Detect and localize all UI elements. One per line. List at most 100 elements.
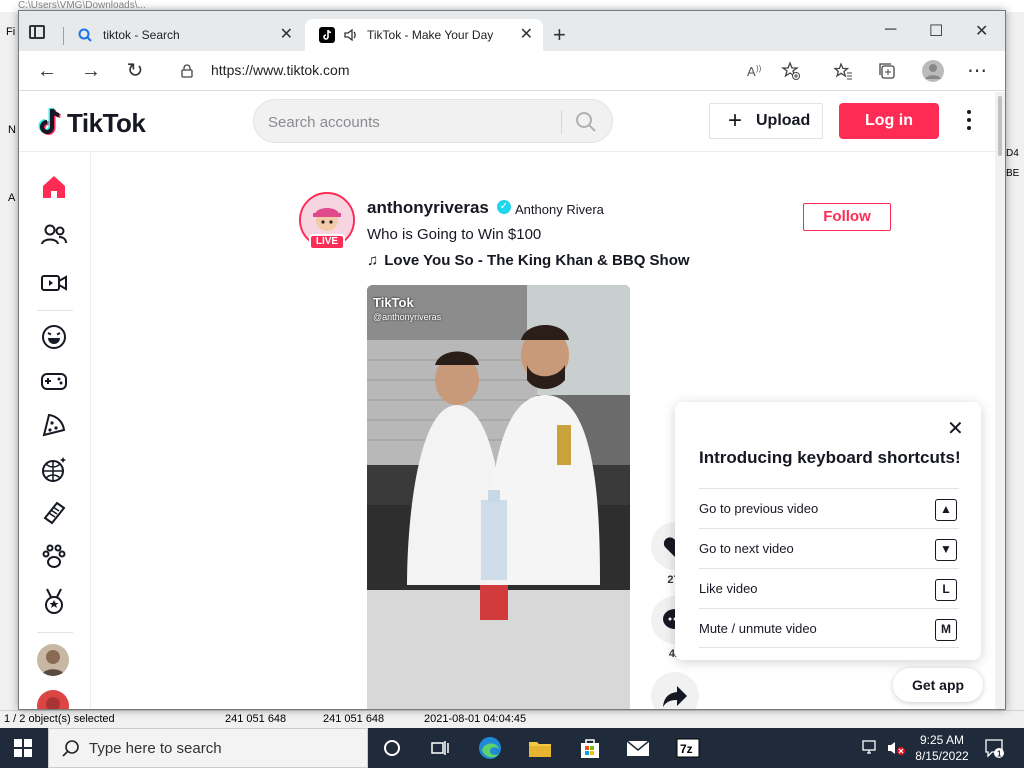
background-menu-fragment: Fi	[6, 26, 16, 38]
close-tab-icon[interactable]: ✕	[280, 19, 293, 51]
tab-title: TikTok - Make Your Day	[367, 28, 494, 42]
taskbar-search-box[interactable]: Type here to search	[48, 728, 368, 768]
animals-icon[interactable]	[39, 542, 69, 572]
video-player[interactable]: TikTok @anthonyriveras	[367, 285, 630, 709]
gaming-icon[interactable]	[39, 366, 69, 396]
plus-icon: +	[728, 107, 743, 134]
tab-separator	[63, 27, 64, 45]
search-icon	[78, 28, 92, 42]
status-modified: 2021-08-01 04:04:45	[424, 713, 527, 725]
close-window-button[interactable]: ✕	[975, 21, 988, 41]
mail-icon[interactable]	[624, 734, 652, 762]
home-icon[interactable]	[39, 172, 69, 202]
more-options-icon[interactable]	[957, 108, 981, 136]
read-aloud-icon[interactable]: A))	[745, 61, 765, 81]
background-column-fragment: BE	[1006, 168, 1020, 179]
7zip-taskbar-icon[interactable]: 7z	[674, 734, 702, 762]
shortcut-label: Go to previous video	[699, 501, 819, 516]
suggested-account-avatar[interactable]	[37, 690, 69, 709]
background-column-fragment: D4	[1006, 148, 1019, 159]
search-divider	[561, 110, 562, 134]
nav-divider	[37, 310, 73, 311]
shortcut-row: Like video L	[699, 568, 959, 608]
verified-badge-icon: ✓	[497, 200, 511, 214]
live-icon[interactable]	[39, 268, 69, 298]
file-explorer-icon[interactable]	[526, 734, 554, 762]
close-popup-icon[interactable]: ✕	[947, 416, 964, 441]
page-scrollbar[interactable]	[995, 92, 1005, 709]
settings-more-icon[interactable]: ⋯	[965, 59, 989, 83]
account-photo	[37, 690, 69, 709]
url-text[interactable]: https://www.tiktok.com	[211, 62, 349, 78]
tab-tiktok[interactable]: TikTok - Make Your Day ✕	[305, 19, 543, 51]
microsoft-store-icon[interactable]	[576, 734, 604, 762]
address-bar-row: ← → ↻ https://www.tiktok.com A)) ⋯	[19, 51, 1005, 91]
profile-avatar-icon[interactable]	[921, 59, 945, 83]
favorites-icon[interactable]	[833, 61, 853, 81]
notification-center-icon[interactable]: 1	[984, 738, 1004, 758]
network-icon[interactable]	[862, 740, 880, 756]
edge-icon[interactable]	[476, 734, 504, 762]
url-box[interactable]: https://www.tiktok.com	[165, 57, 885, 85]
search-box[interactable]	[253, 99, 613, 143]
beauty-icon[interactable]	[39, 498, 69, 528]
comedy-icon[interactable]	[39, 322, 69, 352]
background-right-strip: D4 BE	[1006, 12, 1024, 712]
windows-start-icon[interactable]	[14, 739, 32, 757]
account-photo	[37, 644, 69, 676]
get-app-button[interactable]: Get app	[893, 668, 983, 702]
sports-icon[interactable]	[39, 586, 69, 616]
selection-status: 1 / 2 object(s) selected	[4, 713, 115, 725]
music-link[interactable]: ♫ Love You So - The King Khan & BBQ Show	[367, 252, 690, 269]
clock-date: 8/15/2022	[915, 749, 969, 763]
maximize-button[interactable]: ☐	[929, 21, 943, 41]
watermark-logo: TikTok	[373, 295, 414, 310]
nav-divider	[37, 632, 73, 633]
login-button[interactable]: Log in	[839, 103, 939, 139]
background-status-bar: 1 / 2 object(s) selected 241 051 648 241…	[0, 710, 1024, 728]
share-button[interactable]	[651, 672, 699, 709]
notification-count: 1	[997, 750, 1002, 759]
side-navigation	[19, 152, 91, 709]
tab-actions-icon[interactable]	[29, 25, 45, 39]
tab-bar: tiktok - Search ✕ TikTok - Make Your Day…	[19, 11, 1005, 51]
taskbar-clock[interactable]: 9:25 AM 8/15/2022	[912, 732, 972, 764]
new-tab-button[interactable]: +	[553, 24, 566, 46]
tab-search[interactable]: tiktok - Search ✕	[63, 19, 303, 51]
dance-icon[interactable]	[39, 454, 69, 484]
creator-username[interactable]: anthonyriveras	[367, 198, 489, 218]
add-favorite-icon[interactable]	[781, 61, 801, 81]
music-note-icon: ♫	[367, 252, 379, 269]
refresh-icon[interactable]: ↻	[123, 59, 147, 83]
creator-display-name[interactable]: Anthony Rivera	[515, 202, 604, 217]
food-icon[interactable]	[39, 410, 69, 440]
live-badge: LIVE	[309, 234, 345, 250]
following-icon[interactable]	[39, 220, 69, 250]
share-arrow-icon	[663, 686, 687, 707]
lock-icon[interactable]	[181, 64, 193, 78]
shortcut-row: Go to previous video ▲	[699, 488, 959, 528]
minimize-button[interactable]: ─	[885, 21, 896, 39]
clock-time: 9:25 AM	[919, 733, 965, 747]
back-arrow-icon[interactable]: ←	[35, 59, 59, 83]
collections-icon[interactable]	[877, 61, 897, 81]
speaker-icon[interactable]	[343, 27, 359, 43]
volume-muted-icon[interactable]	[886, 740, 906, 756]
upload-button[interactable]: + Upload	[709, 103, 823, 139]
cortana-icon[interactable]	[378, 734, 406, 762]
scrollbar-thumb[interactable]	[998, 96, 1002, 156]
windows-taskbar: Type here to search 7z 9:25 AM 8/15/2022…	[0, 728, 1024, 768]
shortcut-label: Like video	[699, 581, 758, 596]
search-icon[interactable]	[574, 110, 598, 134]
music-title: Love You So - The King Khan & BBQ Show	[384, 252, 690, 269]
search-icon	[62, 740, 79, 757]
search-input[interactable]	[268, 111, 548, 133]
follow-button[interactable]: Follow	[803, 203, 891, 231]
forward-arrow-icon[interactable]: →	[79, 59, 103, 83]
background-list-fragment: N	[8, 124, 16, 136]
suggested-account-avatar[interactable]	[37, 644, 69, 676]
close-tab-icon[interactable]: ✕	[520, 19, 533, 51]
shortcut-row: Mute / unmute video M	[699, 608, 959, 648]
shortcut-row: Go to next video ▼	[699, 528, 959, 568]
task-view-icon[interactable]	[426, 734, 454, 762]
